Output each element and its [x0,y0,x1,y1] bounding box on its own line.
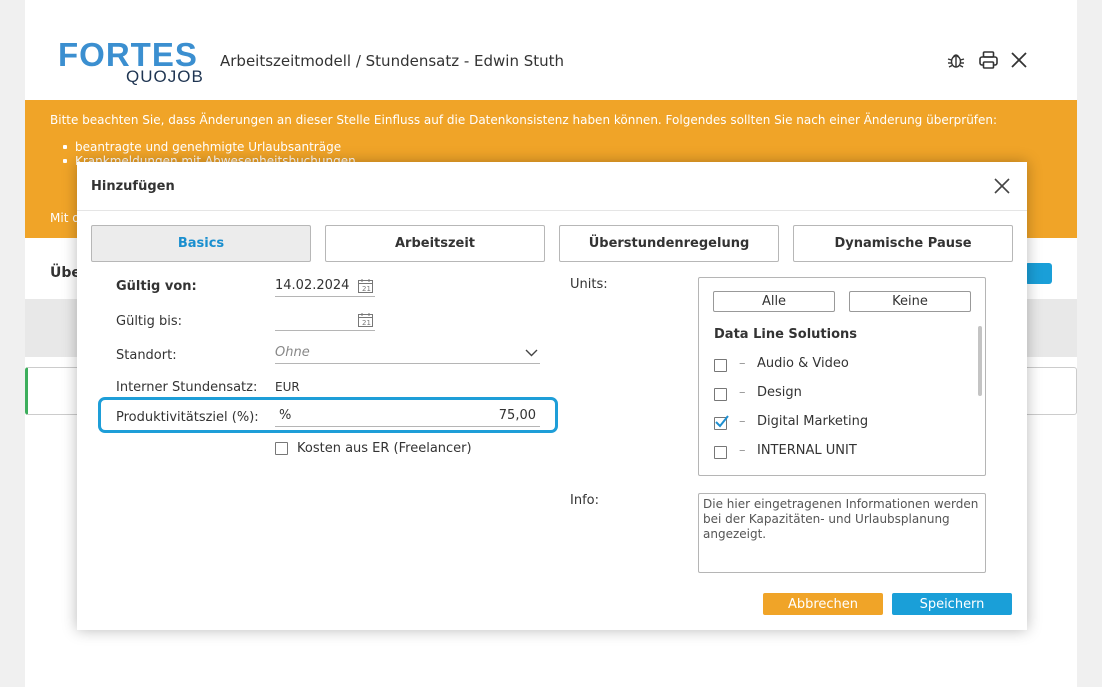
info-label: Info: [570,493,599,508]
check-icon [715,415,729,428]
add-dialog: Hinzufügen Basics Arbeitszeit Überstunde… [77,162,1027,630]
svg-text:21: 21 [362,285,371,293]
cancel-button[interactable]: Abbrechen [763,593,883,615]
save-button[interactable]: Speichern [892,593,1012,615]
hourly-rate-currency: EUR [275,380,300,394]
hourly-rate-label: Interner Stundensatz: [116,380,258,395]
productivity-value: 75,00 [498,408,536,423]
tab-arbeitszeit[interactable]: Arbeitszeit [325,225,545,262]
valid-to-field[interactable]: 21 [275,309,375,331]
location-label: Standort: [116,348,177,363]
banner-text: Bitte beachten Sie, dass Änderungen an d… [50,113,998,127]
logo-secondary: QUOJOB [126,67,204,86]
valid-from-value: 14.02.2024 [275,278,350,293]
dialog-header: Hinzufügen [77,162,1027,211]
valid-from-field[interactable]: 14.02.2024 21 [275,275,375,297]
bug-icon[interactable] [944,49,968,71]
freelancer-checkbox[interactable] [275,442,288,455]
tree-dash: – [739,443,746,458]
fortes-quojob-logo: FORTES QUOJOB [58,38,208,88]
productivity-unit: % [279,408,292,423]
unit-name: INTERNAL UNIT [757,443,857,458]
banner-footer: Mit d [50,211,80,225]
info-textarea[interactable]: Die hier eingetragenen Informationen wer… [698,493,986,573]
tab-dynamische-pause[interactable]: Dynamische Pause [793,225,1013,262]
units-label: Units: [570,277,608,292]
close-icon[interactable] [1007,49,1031,71]
select-all-button[interactable]: Alle [713,291,835,312]
unit-name: Digital Marketing [757,414,869,429]
dialog-title: Hinzufügen [91,179,175,194]
calendar-icon[interactable]: 21 [358,313,373,327]
svg-text:21: 21 [362,319,371,327]
unit-checkbox[interactable] [714,359,727,372]
productivity-label: Produktivitätsziel (%): [116,410,259,425]
freelancer-label: Kosten aus ER (Freelancer) [297,441,472,456]
units-group-title: Data Line Solutions [714,327,858,342]
unit-checkbox-checked[interactable] [714,415,729,430]
tab-ueberstundenregelung[interactable]: Überstundenregelung [559,225,779,262]
unit-checkbox[interactable] [714,388,727,401]
tree-dash: – [739,385,746,400]
tree-dash: – [739,414,746,429]
printer-icon[interactable] [976,49,1000,71]
units-scrollbar[interactable] [978,326,982,396]
dialog-close-icon[interactable] [991,175,1013,197]
unit-name: Design [757,385,802,400]
info-placeholder: Die hier eingetragenen Informationen wer… [703,497,979,541]
location-placeholder: Ohne [275,345,310,360]
unit-name: Audio & Video [757,356,849,371]
select-none-button[interactable]: Keine [849,291,971,312]
page-title: Arbeitszeitmodell / Stundensatz - Edwin … [220,52,565,70]
calendar-icon[interactable]: 21 [358,279,373,293]
units-list: Alle Keine Data Line Solutions – Audio &… [698,277,986,476]
location-select[interactable]: Ohne [275,342,540,364]
tab-basics[interactable]: Basics [91,225,311,262]
productivity-input[interactable]: % 75,00 [275,405,540,427]
tree-dash: – [739,356,746,371]
valid-from-label: Gültig von: [116,279,197,294]
valid-to-label: Gültig bis: [116,314,183,329]
unit-checkbox[interactable] [714,446,727,459]
banner-list-item: beantragte und genehmigte Urlaubsanträge [63,140,356,154]
chevron-down-icon [525,349,538,357]
background-add-button[interactable] [1025,263,1052,284]
